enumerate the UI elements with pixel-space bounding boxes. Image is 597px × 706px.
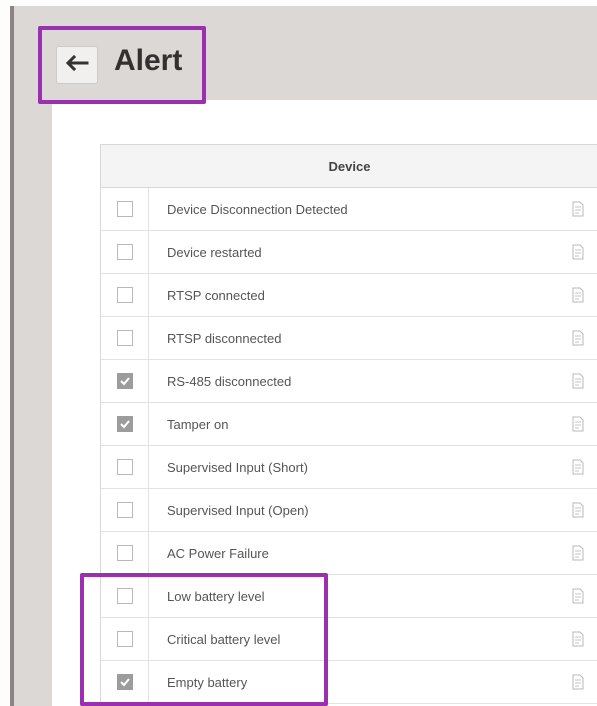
row-checkbox[interactable] [116,287,133,303]
document-icon[interactable] [558,330,597,346]
row-checkbox[interactable] [116,244,133,260]
row-label: RS-485 disconnected [167,373,292,389]
document-icon[interactable] [558,287,597,303]
row-label: Device restarted [167,244,262,260]
document-icon[interactable] [558,416,597,432]
checkbox-cell [101,403,149,445]
row-label: RTSP connected [167,287,265,303]
checkbox-cell [101,231,149,273]
table-row: Supervised Input (Short) [101,446,597,489]
row-checkbox[interactable] [116,330,133,346]
title-highlight-box [38,26,206,104]
checkbox-cell [101,446,149,488]
document-icon[interactable] [558,201,597,217]
table-row: Device Disconnection Detected [101,188,597,231]
checkbox-cell [101,360,149,402]
checkbox-cell [101,317,149,359]
document-icon[interactable] [558,674,597,690]
row-label: Supervised Input (Open) [167,502,309,518]
table-row: AC Power Failure [101,532,597,575]
row-label: RTSP disconnected [167,330,282,346]
row-checkbox[interactable] [116,373,133,389]
checkbox-cell [101,274,149,316]
document-icon[interactable] [558,502,597,518]
row-label: AC Power Failure [167,545,269,561]
table-row: Supervised Input (Open) [101,489,597,532]
checkbox-cell [101,489,149,531]
document-icon[interactable] [558,373,597,389]
document-icon[interactable] [558,244,597,260]
table-row: Tamper on [101,403,597,446]
table-row: RTSP connected [101,274,597,317]
table-row: Device restarted [101,231,597,274]
checkbox-cell [101,188,149,230]
row-checkbox[interactable] [116,545,133,561]
row-label: Tamper on [167,416,229,432]
checkbox-cell [101,532,149,574]
document-icon[interactable] [558,631,597,647]
row-checkbox[interactable] [116,416,133,432]
row-checkbox[interactable] [116,201,133,217]
table-header-device: Device [101,145,597,188]
document-icon[interactable] [558,459,597,475]
window-left-border [10,6,14,706]
row-label: Supervised Input (Short) [167,459,308,475]
row-checkbox[interactable] [116,502,133,518]
row-checkbox[interactable] [116,459,133,475]
document-icon[interactable] [558,588,597,604]
battery-rows-highlight-box [80,573,328,706]
table-row: RTSP disconnected [101,317,597,360]
column-header-label: Device [328,158,371,174]
table-row: RS-485 disconnected [101,360,597,403]
document-icon[interactable] [558,545,597,561]
row-label: Device Disconnection Detected [167,201,348,217]
